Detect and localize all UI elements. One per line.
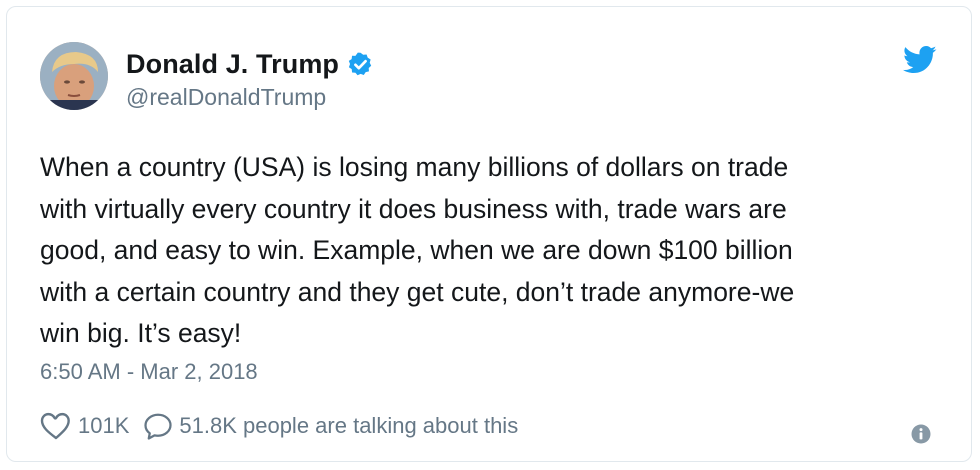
avatar[interactable] [40, 42, 108, 110]
user-handle[interactable]: @realDonaldTrump [126, 84, 326, 111]
tweet-actions: 101K 51.8K people are talking about this [40, 412, 518, 440]
conversation-link[interactable]: 51.8K people are talking about this [143, 412, 518, 440]
avatar-image [40, 42, 108, 110]
speech-bubble-icon [144, 413, 173, 440]
tweet-text: When a country (USA) is losing many bill… [40, 152, 795, 348]
like-button[interactable]: 101K [40, 412, 129, 440]
talking-count: 51.8K people are talking about this [179, 413, 519, 438]
info-icon[interactable] [911, 424, 931, 444]
tweet-card: Donald J. Trump @realDonaldTrump When a … [6, 6, 972, 462]
twitter-bird-icon[interactable] [903, 45, 937, 75]
display-name[interactable]: Donald J. Trump [126, 49, 339, 80]
like-count: 101K [78, 413, 130, 438]
author-name-row: Donald J. Trump [126, 47, 374, 81]
verified-badge-icon [347, 51, 374, 78]
tweet-timestamp[interactable]: 6:50 AM - Mar 2, 2018 [40, 359, 258, 385]
heart-icon [40, 412, 70, 440]
